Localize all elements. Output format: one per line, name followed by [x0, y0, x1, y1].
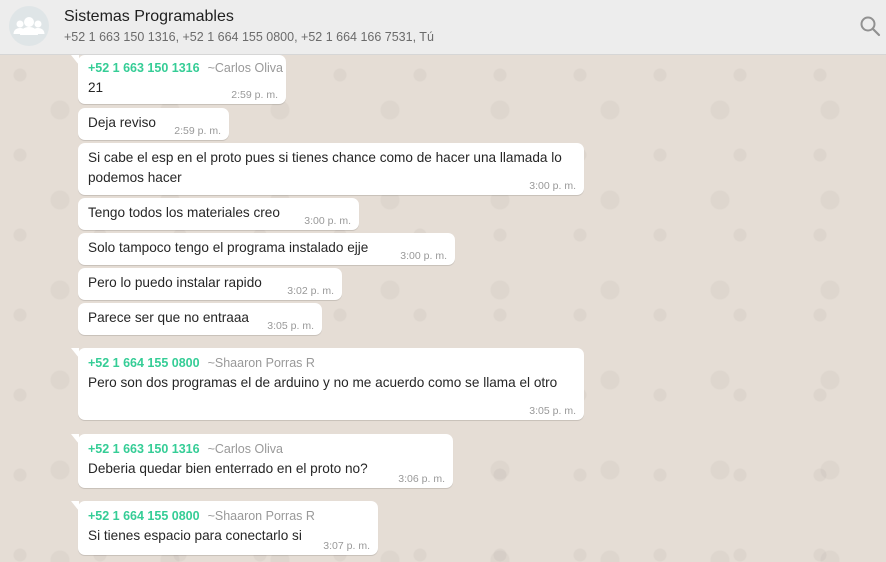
message-time: 3:06 p. m. [398, 473, 445, 485]
search-icon [860, 16, 881, 37]
message-time: 3:00 p. m. [529, 180, 576, 192]
sender-phone[interactable]: +52 1 664 155 0800 [88, 509, 200, 523]
message-bubble[interactable]: +52 1 663 150 1316 ~Carlos Oliva Deberia … [71, 434, 453, 488]
message-text: Si cabe el esp en el proto pues si tiene… [88, 150, 562, 185]
sender-alias: ~Carlos Oliva [207, 442, 283, 456]
message-list[interactable]: +52 1 663 150 1316 ~Carlos Oliva 21 2:59 … [0, 55, 886, 562]
message-bubble[interactable]: +52 1 663 150 1316 ~Carlos Oliva 21 2:59 … [71, 55, 286, 104]
sender-alias: ~Carlos Oliva [207, 61, 283, 75]
sender-phone[interactable]: +52 1 663 150 1316 [88, 442, 200, 456]
message-bubble[interactable]: +52 1 664 155 0800 ~Shaaron Porras R Si t… [71, 501, 378, 555]
message-bubble[interactable]: Pero lo puedo instalar rapido 3:02 p. m. [78, 268, 342, 300]
message-text: Deberia quedar bien enterrado en el prot… [88, 461, 368, 476]
message-text: Solo tampoco tengo el programa instalado… [88, 240, 369, 255]
group-icon [13, 17, 45, 35]
message-bubble[interactable]: Deja reviso 2:59 p. m. [78, 108, 229, 140]
message-sender: +52 1 663 150 1316 ~Carlos Oliva [88, 440, 444, 458]
message-bubble[interactable]: Tengo todos los materiales creo 3:00 p. … [78, 198, 359, 230]
message-bubble[interactable]: +52 1 664 155 0800 ~Shaaron Porras R Pero… [71, 348, 584, 420]
group-avatar[interactable] [9, 6, 49, 46]
message-time: 3:07 p. m. [323, 540, 370, 552]
sender-alias: ~Shaaron Porras R [207, 509, 315, 523]
message-bubble[interactable]: Parece ser que no entraaa 3:05 p. m. [78, 303, 322, 335]
sender-phone[interactable]: +52 1 663 150 1316 [88, 61, 200, 75]
chat-participants: +52 1 663 150 1316, +52 1 664 155 0800, … [64, 30, 434, 44]
sender-phone[interactable]: +52 1 664 155 0800 [88, 356, 200, 370]
message-bubble[interactable]: Si cabe el esp en el proto pues si tiene… [78, 143, 584, 195]
chat-title[interactable]: Sistemas Programables [64, 8, 234, 26]
search-button[interactable] [858, 14, 882, 38]
message-time: 2:59 p. m. [231, 89, 278, 101]
message-time: 3:05 p. m. [267, 320, 314, 332]
chat-header: Sistemas Programables +52 1 663 150 1316… [0, 0, 886, 55]
message-sender: +52 1 664 155 0800 ~Shaaron Porras R [88, 354, 575, 372]
message-time: 3:00 p. m. [304, 215, 351, 227]
message-time: 3:00 p. m. [400, 250, 447, 262]
message-sender: +52 1 663 150 1316 ~Carlos Oliva [88, 59, 283, 77]
message-sender: +52 1 664 155 0800 ~Shaaron Porras R [88, 507, 369, 525]
message-time: 3:02 p. m. [287, 285, 334, 297]
message-text: Pero son dos programas el de arduino y n… [88, 375, 558, 390]
sender-alias: ~Shaaron Porras R [207, 356, 315, 370]
message-bubble[interactable]: Solo tampoco tengo el programa instalado… [78, 233, 455, 265]
message-time: 2:59 p. m. [174, 125, 221, 137]
message-time: 3:05 p. m. [529, 405, 576, 417]
